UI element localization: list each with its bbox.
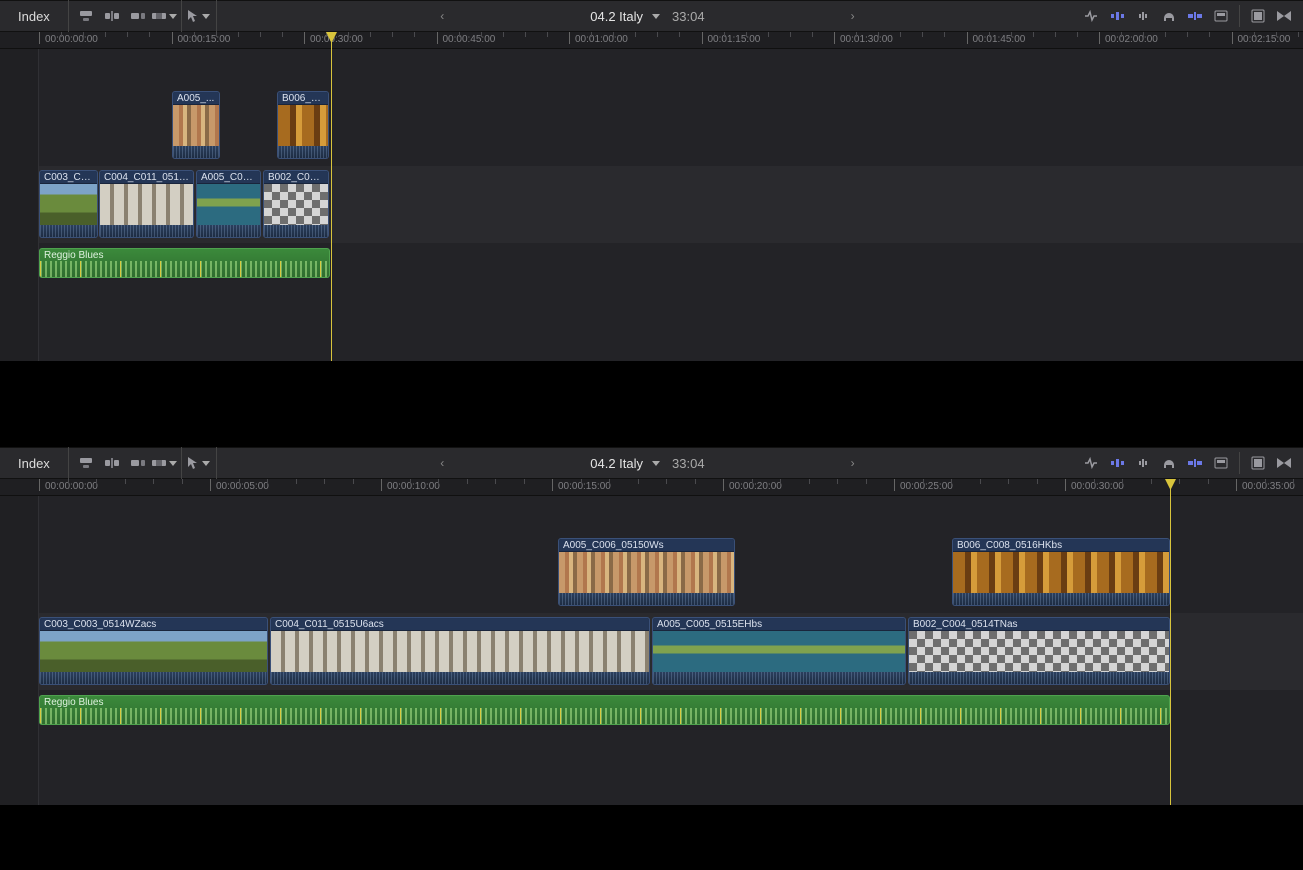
clip-label: C003_C003_0514WZacs [40,618,267,631]
select-tool-icon[interactable] [186,0,212,32]
effects-browser-icon[interactable] [1245,447,1271,479]
skimming-icon[interactable] [1078,0,1104,32]
connected-clip[interactable]: B006_C0... [277,91,329,159]
primary-storyline-clip[interactable]: A005_C005_0515EHbs [652,617,906,685]
timeline-toolbar-top: Index ‹ 04.2 Italy 33:04 › [0,0,1303,32]
project-timecode: 33:04 [672,456,705,471]
timeline-tracks-top[interactable]: A005_... B006_C0... C003_C0...C004_C011_05… [0,49,1303,361]
primary-storyline-clip[interactable]: C004_C011_0515U6acs [270,617,650,685]
playhead[interactable] [331,32,332,361]
clip-label: C004_C011_0515U... [100,171,193,184]
overwrite-clip-icon[interactable] [151,0,177,32]
track-gutter [0,496,39,805]
timeline-history-forward[interactable]: › [841,9,865,23]
chevron-down-icon[interactable] [652,14,660,19]
headphones-icon[interactable] [1156,447,1182,479]
clip-label: B002_C004_... [264,171,328,184]
headphones-icon[interactable] [1156,0,1182,32]
playhead[interactable] [1170,479,1171,805]
index-button[interactable]: Index [0,0,69,32]
clip-label: A005_... [173,92,219,105]
project-title[interactable]: 04.2 Italy [590,456,643,471]
transitions-browser-icon[interactable] [1271,0,1297,32]
clip-label: A005_C005... [197,171,260,184]
connected-audio-clip[interactable]: Reggio Blues [39,695,1170,725]
overwrite-clip-icon[interactable] [151,447,177,479]
clip-label: A005_C005_0515EHbs [653,618,905,631]
solo-icon[interactable] [1130,447,1156,479]
select-tool-icon[interactable] [186,447,212,479]
primary-storyline-clip[interactable]: B002_C004_... [263,170,329,238]
timeline-history-forward[interactable]: › [841,456,865,470]
clip-label: C003_C0... [40,171,97,184]
transitions-browser-icon[interactable] [1271,447,1297,479]
chevron-down-icon[interactable] [652,461,660,466]
timeline-history-back[interactable]: ‹ [430,9,454,23]
insert-clip-icon[interactable] [99,0,125,32]
clip-label: A005_C006_05150Ws [559,539,734,552]
effects-browser-icon[interactable] [1245,0,1271,32]
connected-clip[interactable]: A005_C006_05150Ws [558,538,735,606]
append-clip-icon[interactable] [125,0,151,32]
primary-storyline-clip[interactable]: B002_C004_0514TNas [908,617,1170,685]
connected-clip[interactable]: A005_... [172,91,220,159]
connect-clip-icon[interactable] [73,447,99,479]
insert-clip-icon[interactable] [99,447,125,479]
append-clip-icon[interactable] [125,447,151,479]
snapping-icon[interactable] [1182,447,1208,479]
clip-label: B006_C008_0516HKbs [953,539,1169,552]
connected-audio-clip[interactable]: Reggio Blues [39,248,330,278]
connect-clip-icon[interactable] [73,0,99,32]
clip-label: B006_C0... [278,92,328,105]
clip-label: B002_C004_0514TNas [909,618,1169,631]
primary-storyline-clip[interactable]: C004_C011_0515U... [99,170,194,238]
index-button[interactable]: Index [0,447,69,479]
timeline-ruler-top[interactable]: 00:00:00:0000:00:15:0000:00:30:0000:00:4… [0,32,1303,49]
audio-skimming-icon[interactable] [1104,0,1130,32]
snapping-icon[interactable] [1182,0,1208,32]
solo-icon[interactable] [1130,0,1156,32]
audio-skimming-icon[interactable] [1104,447,1130,479]
project-timecode: 33:04 [672,9,705,24]
track-gutter [0,49,39,361]
clip-label: C004_C011_0515U6acs [271,618,649,631]
clip-appearance-icon[interactable] [1208,0,1234,32]
clip-label: Reggio Blues [40,249,329,261]
primary-storyline-clip[interactable]: C003_C003_0514WZacs [39,617,268,685]
timeline-toolbar-bottom: Index ‹ 04.2 Italy 33:04 › [0,447,1303,479]
timeline-history-back[interactable]: ‹ [430,456,454,470]
clip-label: Reggio Blues [40,696,1169,708]
primary-storyline-clip[interactable]: A005_C005... [196,170,261,238]
connected-clip[interactable]: B006_C008_0516HKbs [952,538,1170,606]
clip-appearance-icon[interactable] [1208,447,1234,479]
timeline-tracks-bottom[interactable]: A005_C006_05150Ws B006_C008_0516HKbs C003_… [0,496,1303,805]
skimming-icon[interactable] [1078,447,1104,479]
timeline-ruler-bottom[interactable]: 00:00:00:0000:00:05:0000:00:10:0000:00:1… [0,479,1303,496]
project-title[interactable]: 04.2 Italy [590,9,643,24]
primary-storyline-clip[interactable]: C003_C0... [39,170,98,238]
